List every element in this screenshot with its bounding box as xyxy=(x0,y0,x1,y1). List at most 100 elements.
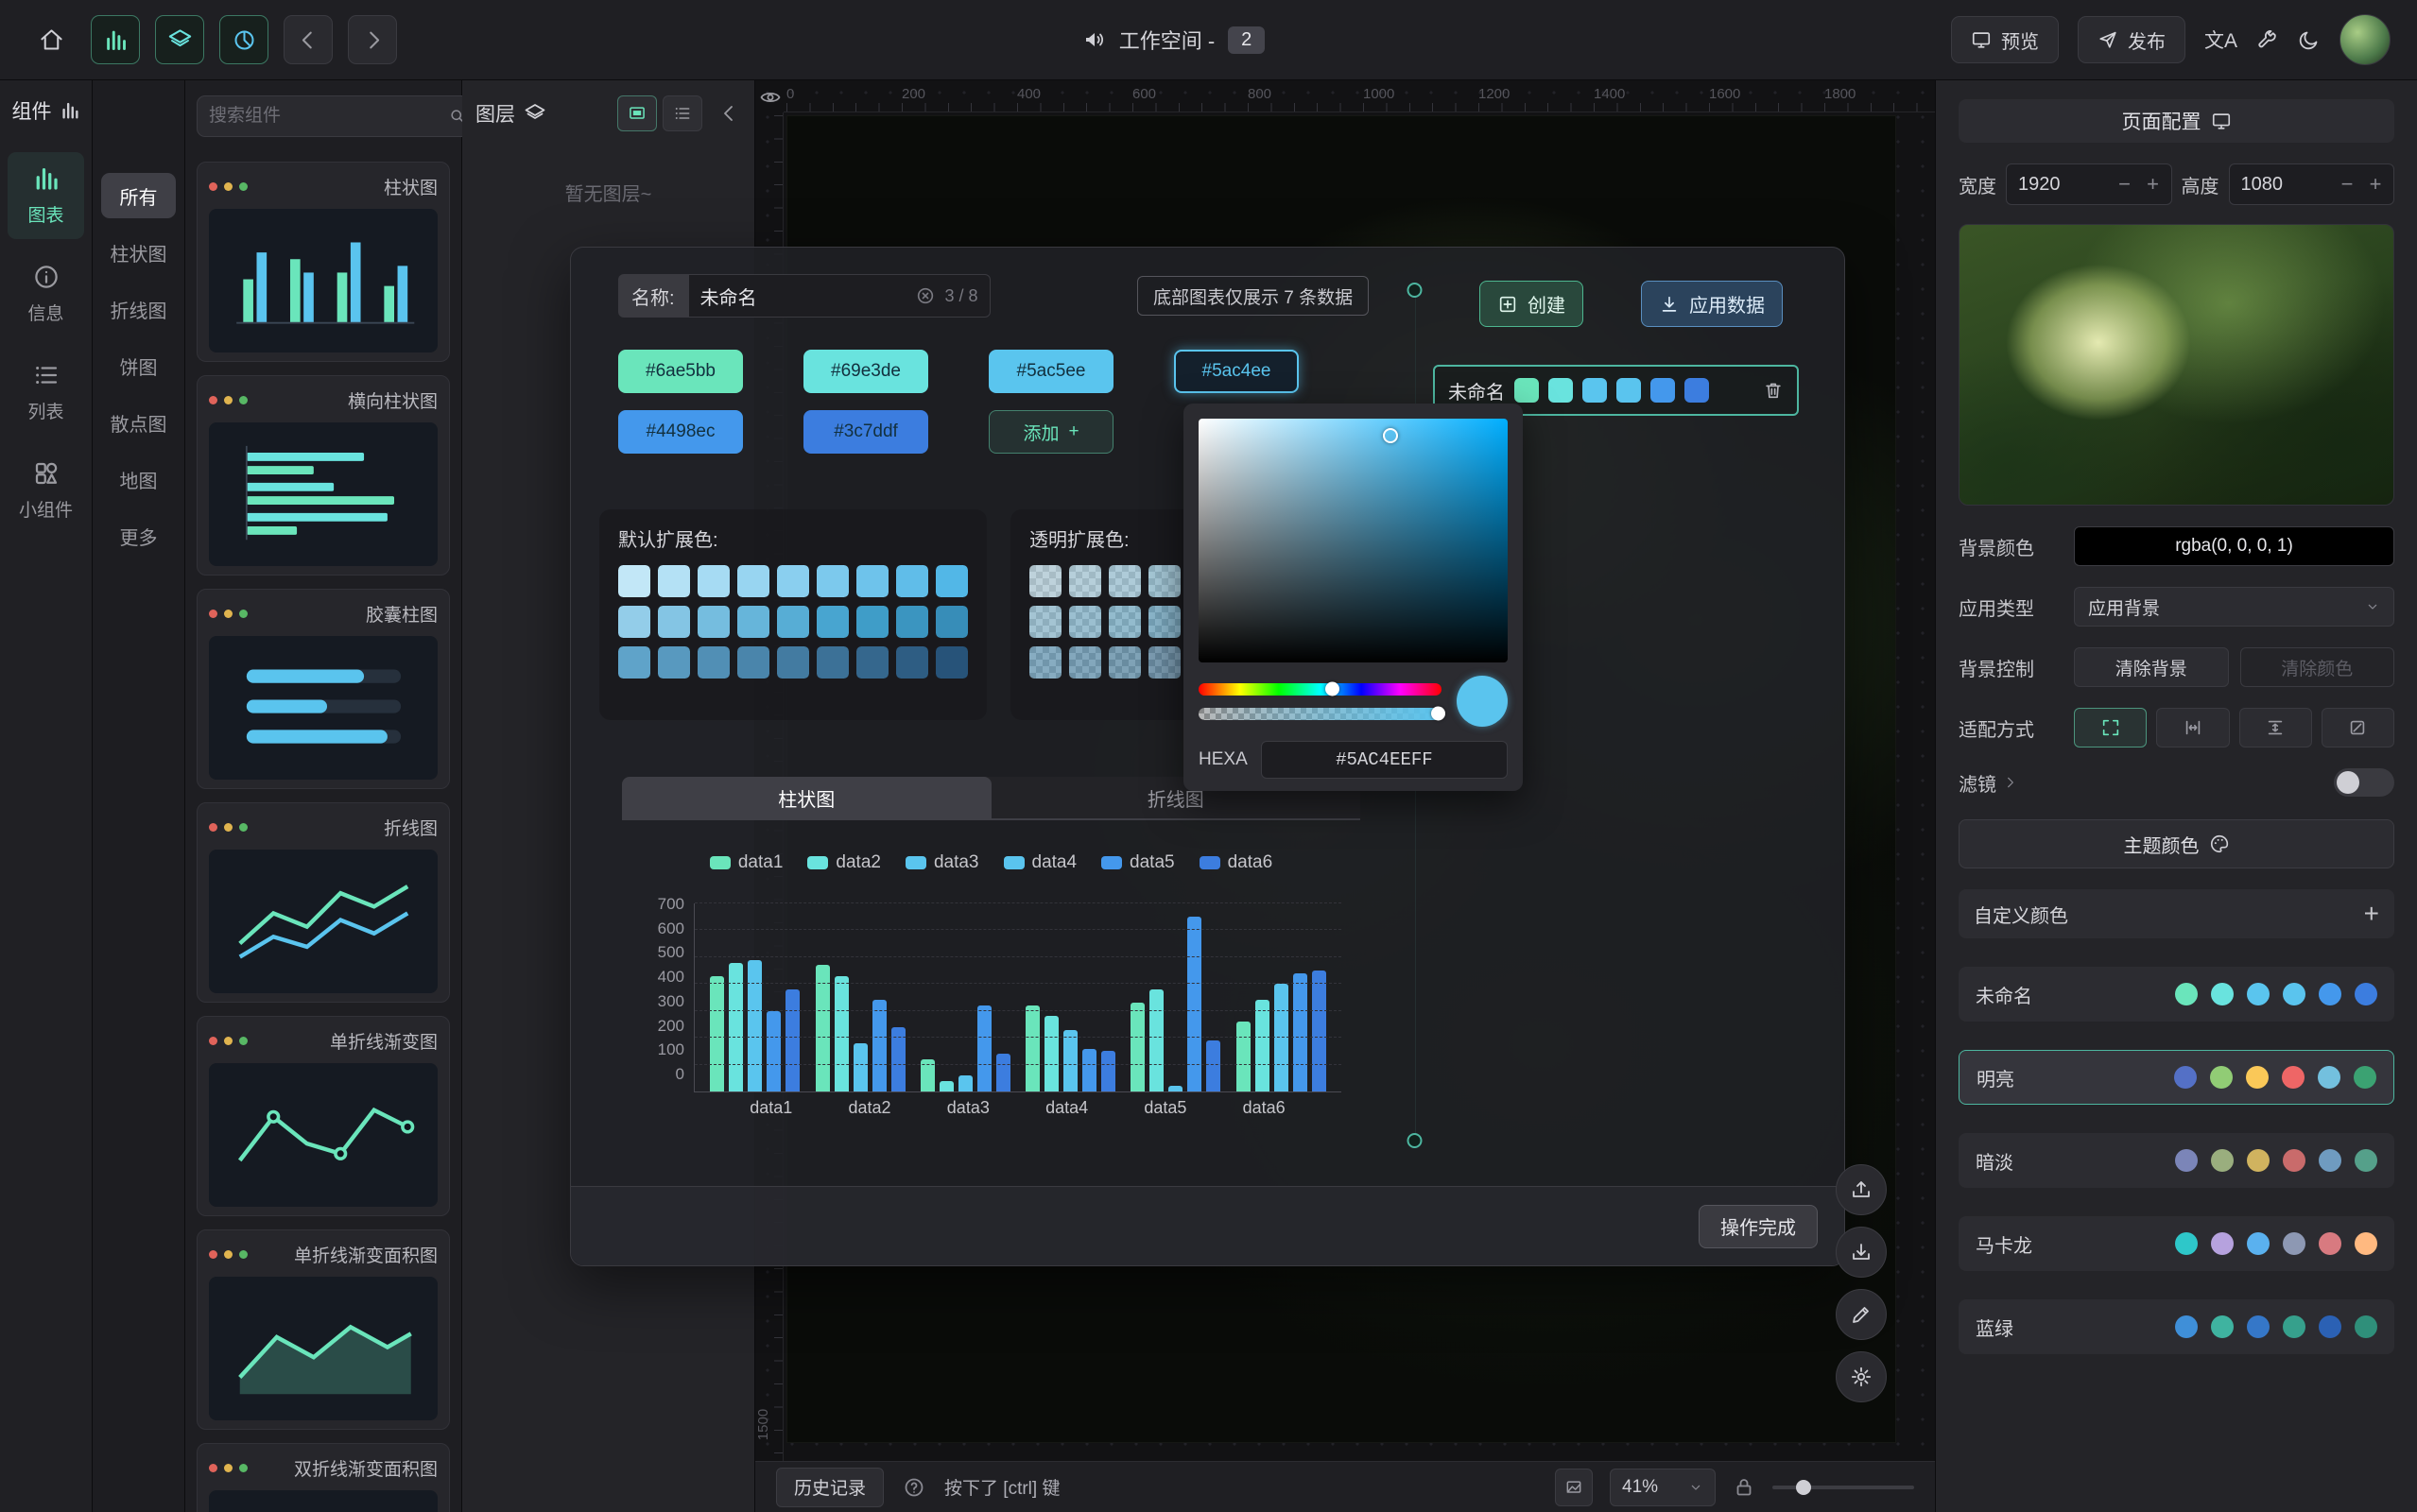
color-swatch[interactable] xyxy=(698,565,730,597)
palette-chip[interactable]: #5ac4ee xyxy=(1174,350,1299,393)
color-swatch[interactable] xyxy=(1069,646,1101,679)
fit-none-button[interactable] xyxy=(2322,708,2394,747)
fit-height-button[interactable] xyxy=(2239,708,2312,747)
saturation-value-area[interactable] xyxy=(1199,419,1508,662)
component-card[interactable]: 横向柱状图 xyxy=(197,375,450,576)
theme-color-button[interactable]: 主题颜色 xyxy=(1959,819,2394,868)
color-swatch[interactable] xyxy=(1029,565,1062,597)
help-icon[interactable] xyxy=(901,1474,927,1501)
category-item-6[interactable]: 更多 xyxy=(101,513,176,558)
color-swatch[interactable] xyxy=(896,606,928,638)
background-image-preview[interactable] xyxy=(1959,224,2394,506)
app-type-select[interactable]: 应用背景 xyxy=(2074,587,2394,627)
color-swatch[interactable] xyxy=(856,646,889,679)
redo-button[interactable] xyxy=(348,15,397,64)
color-swatch[interactable] xyxy=(936,565,968,597)
color-swatch[interactable] xyxy=(618,565,650,597)
zoom-select[interactable]: 41% xyxy=(1610,1469,1716,1506)
settings-button[interactable] xyxy=(1836,1351,1887,1402)
layer-list-view-button[interactable] xyxy=(663,95,702,131)
height-value[interactable]: 1080 xyxy=(2241,174,2332,196)
avatar[interactable] xyxy=(2339,14,2391,65)
color-swatch[interactable] xyxy=(856,606,889,638)
color-swatch[interactable] xyxy=(1069,565,1101,597)
color-swatch[interactable] xyxy=(777,565,809,597)
alpha-slider[interactable] xyxy=(1199,708,1442,720)
palette-chip[interactable]: #3c7ddf xyxy=(803,410,928,454)
layer-thumbnail-view-button[interactable] xyxy=(617,95,657,131)
add-color-button[interactable]: 添加+ xyxy=(989,410,1114,454)
color-swatch[interactable] xyxy=(1148,646,1181,679)
color-swatch[interactable] xyxy=(658,646,690,679)
selection-handle-bottom[interactable] xyxy=(1407,1133,1423,1148)
filter-toggle[interactable] xyxy=(2334,768,2394,797)
color-swatch[interactable] xyxy=(618,606,650,638)
chart-mode-button[interactable] xyxy=(91,15,140,64)
component-card[interactable]: 柱状图 xyxy=(197,162,450,362)
fit-scale-button[interactable] xyxy=(2074,708,2147,747)
bg-color-value[interactable]: rgba(0, 0, 0, 1) xyxy=(2074,526,2394,566)
create-button[interactable]: 创建 xyxy=(1479,281,1583,327)
theme-row-2[interactable]: 暗淡 xyxy=(1959,1133,2394,1188)
color-card-chip[interactable] xyxy=(1582,378,1607,403)
hue-slider[interactable] xyxy=(1199,683,1442,696)
color-swatch[interactable] xyxy=(618,646,650,679)
apply-data-button[interactable]: 应用数据 xyxy=(1641,281,1783,327)
hexa-input[interactable] xyxy=(1261,741,1508,779)
color-swatch[interactable] xyxy=(896,565,928,597)
clear-icon[interactable] xyxy=(915,285,936,306)
color-swatch[interactable] xyxy=(896,646,928,679)
search-input[interactable] xyxy=(209,106,440,127)
category-item-2[interactable]: 折线图 xyxy=(101,286,176,332)
color-swatch[interactable] xyxy=(817,606,849,638)
category-item-5[interactable]: 地图 xyxy=(101,456,176,502)
edit-button[interactable] xyxy=(1836,1289,1887,1340)
color-swatch[interactable] xyxy=(777,646,809,679)
color-swatch[interactable] xyxy=(1109,646,1141,679)
width-decrement-button[interactable]: − xyxy=(2113,172,2137,197)
name-input[interactable] xyxy=(700,285,906,307)
home-button[interactable] xyxy=(26,15,76,64)
palette-chip[interactable]: #69e3de xyxy=(803,350,928,393)
history-button[interactable]: 历史记录 xyxy=(776,1468,884,1507)
clear-color-button[interactable]: 清除颜色 xyxy=(2240,647,2395,687)
category-item-4[interactable]: 散点图 xyxy=(101,400,176,445)
undo-button[interactable] xyxy=(284,15,333,64)
color-card-chip[interactable] xyxy=(1650,378,1675,403)
width-increment-button[interactable]: + xyxy=(2141,172,2166,197)
color-swatch[interactable] xyxy=(658,565,690,597)
sidebar-item-info[interactable]: 信息 xyxy=(8,250,84,337)
color-swatch[interactable] xyxy=(817,646,849,679)
palette-chip[interactable]: #6ae5bb xyxy=(618,350,743,393)
color-swatch[interactable] xyxy=(1109,606,1141,638)
color-swatch[interactable] xyxy=(698,606,730,638)
preview-button[interactable]: 预览 xyxy=(1951,16,2059,63)
color-swatch[interactable] xyxy=(1029,606,1062,638)
component-card[interactable]: 胶囊柱图 xyxy=(197,589,450,789)
tools-button[interactable] xyxy=(2256,28,2279,51)
component-card[interactable]: 单折线渐变面积图 xyxy=(197,1229,450,1430)
dark-mode-button[interactable] xyxy=(2298,28,2321,51)
color-swatch[interactable] xyxy=(737,565,769,597)
width-value[interactable]: 1920 xyxy=(2018,174,2109,196)
color-swatch[interactable] xyxy=(936,606,968,638)
zoom-lock-icon[interactable] xyxy=(1733,1476,1755,1499)
chevron-right-icon[interactable] xyxy=(2002,775,2017,790)
tab-0[interactable]: 柱状图 xyxy=(622,777,992,818)
component-card[interactable]: 单折线渐变图 xyxy=(197,1016,450,1216)
color-swatch[interactable] xyxy=(658,606,690,638)
color-swatch[interactable] xyxy=(1109,565,1141,597)
color-swatch[interactable] xyxy=(856,565,889,597)
hue-thumb[interactable] xyxy=(1325,682,1339,696)
layers-mode-button[interactable] xyxy=(155,15,204,64)
clear-background-button[interactable]: 清除背景 xyxy=(2074,647,2229,687)
color-card-chip[interactable] xyxy=(1616,378,1641,403)
sidebar-item-widget[interactable]: 小组件 xyxy=(8,447,84,534)
color-card-chip[interactable] xyxy=(1684,378,1709,403)
height-decrement-button[interactable]: − xyxy=(2335,172,2359,197)
add-custom-color-button[interactable]: + xyxy=(2364,901,2379,927)
sidebar-item-listicon[interactable]: 列表 xyxy=(8,349,84,436)
sidebar-item-bars[interactable]: 图表 xyxy=(8,152,84,239)
palette-chip[interactable]: #5ac5ee xyxy=(989,350,1114,393)
import-button[interactable] xyxy=(1836,1164,1887,1215)
